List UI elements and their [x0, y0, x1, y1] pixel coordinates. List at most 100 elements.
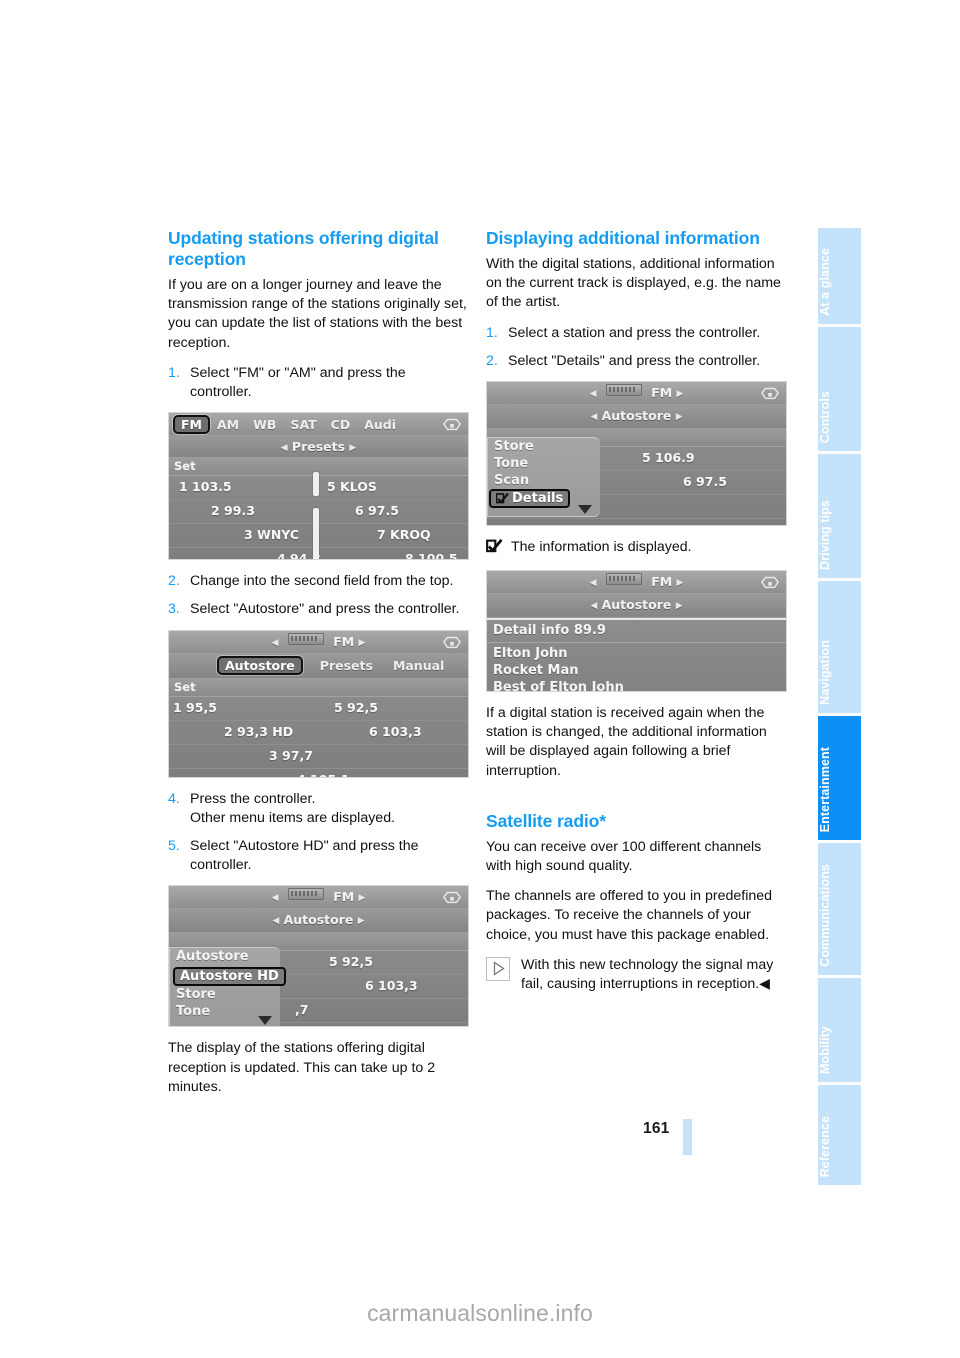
- screenshot-presets: FM AM WB SAT CD Audi ◀ Presets ▶ Set 1 1…: [168, 412, 469, 561]
- preset-right: 7 KROQ: [377, 527, 431, 543]
- right-column: Displaying additional information With t…: [486, 228, 787, 1006]
- detail-info-line: Elton John: [493, 646, 568, 662]
- step-text: Select "Autostore HD" and press the cont…: [190, 838, 419, 874]
- sidebar-item-label: Driving tips: [818, 500, 832, 570]
- step-number: 1.: [168, 364, 180, 381]
- preset-right: 5 92,5: [329, 954, 373, 970]
- checkmark-box-icon: [496, 493, 509, 504]
- preset-right: 6 103,3: [369, 723, 422, 739]
- left-column: Updating stations offering digital recep…: [168, 228, 469, 1108]
- sidebar-item-communications[interactable]: Communications: [818, 843, 861, 975]
- chevron-down-icon: [578, 505, 592, 515]
- dropdown-menu[interactable]: Store Tone Scan Details: [487, 437, 600, 518]
- screen-subtitle-bar: ◀ Autostore ▶: [487, 594, 786, 619]
- screen-tab-wb: WB: [253, 416, 277, 432]
- satellite-paragraph-1: You can receive over 100 different chann…: [486, 838, 762, 875]
- screen-subtitle-bar: ◀ Presets ▶: [169, 436, 468, 459]
- screen-title: ◀ FM ▶: [271, 888, 366, 905]
- step-text: Press the controller.: [190, 790, 316, 807]
- menu-item[interactable]: Store: [488, 438, 600, 455]
- menu-item[interactable]: Autostore: [170, 948, 280, 965]
- preset-right: 6 97.5: [355, 503, 399, 519]
- satellite-paragraph-2: The channels are offered to you in prede…: [486, 888, 773, 943]
- screen-title-bar: ◀ FM ▶: [169, 886, 468, 910]
- screen-tab-audio: Audi: [364, 416, 397, 432]
- table-row: 4 105,1: [169, 769, 468, 777]
- preset-left: 1 103.5: [179, 479, 232, 495]
- step-item: 4. Press the controller. Other menu item…: [168, 790, 469, 828]
- menu-item-selected[interactable]: Details: [489, 489, 571, 509]
- scrollbar-thumb[interactable]: [313, 508, 319, 560]
- screen-tab-manual: Manual: [392, 658, 445, 674]
- sidebar-item-mobility[interactable]: Mobility: [818, 978, 861, 1082]
- page-marker: [683, 1119, 692, 1155]
- end-marker-icon: ◀: [759, 976, 771, 993]
- radio-source-icon: [287, 632, 324, 645]
- chevron-down-icon: [258, 1016, 272, 1026]
- sidebar-item-at-a-glance[interactable]: At a glance: [818, 228, 861, 324]
- sidebar-item-driving-tips[interactable]: Driving tips: [818, 454, 861, 578]
- set-label: Set: [174, 459, 196, 474]
- menu-item[interactable]: Store: [170, 986, 280, 1003]
- screenshot-autostore: ◀ FM ▶ Autostore Presets Manual Set 1 95…: [168, 629, 469, 778]
- screen-title: ◀ FM ▶: [589, 384, 684, 401]
- step-item: 2. Change into the second field from the…: [168, 572, 469, 591]
- table-row: 3 97,7: [169, 745, 468, 769]
- screen-tab-sat: SAT: [290, 416, 317, 432]
- screen-title-bar: ◀ FM ▶: [487, 382, 786, 406]
- sidebar-item-label: Reference: [818, 1115, 832, 1177]
- step-list-2: 2. Change into the second field from the…: [168, 572, 469, 619]
- screen-tab-presets: Presets: [319, 658, 373, 674]
- detail-info-panel: Detail info 89.9 Elton John Rocket Man B…: [487, 618, 786, 692]
- screen-subtitle: ◀ Presets ▶: [280, 439, 357, 455]
- sidebar-item-controls[interactable]: Controls: [818, 327, 861, 451]
- step-number: 4.: [168, 790, 180, 807]
- preset-left: 2 93,3 HD: [224, 723, 294, 739]
- menu-item[interactable]: Tone: [488, 455, 600, 472]
- preset-left: 1 95,5: [173, 699, 217, 715]
- sidebar-item-label: Mobility: [818, 1025, 832, 1074]
- preset-right: 4 89.9: [607, 522, 651, 525]
- screen-title: ◀ FM ▶: [589, 573, 684, 590]
- screen-tab-bar: Autostore Presets Manual: [169, 653, 468, 679]
- step-number: 5.: [168, 838, 180, 855]
- screen-tab-am: AM: [216, 416, 240, 432]
- menu-item[interactable]: Scan: [488, 472, 600, 489]
- manual-page: Updating stations offering digital recep…: [0, 0, 960, 1358]
- step-text: Select "Autostore" and press the control…: [190, 601, 460, 618]
- menu-item-selected[interactable]: Autostore HD: [173, 967, 286, 987]
- dropdown-menu[interactable]: Autostore Autostore HD Store Tone: [169, 947, 286, 1027]
- screen-subtitle-bar: ◀ Autostore ▶: [487, 405, 786, 430]
- preset-left: 3 WNYC: [244, 527, 300, 543]
- preset-right: 5 106.9: [642, 450, 695, 466]
- screen-title-bar: ◀ FM ▶: [487, 571, 786, 595]
- screen-tab-cd: CD: [330, 416, 351, 432]
- screen-preset-area: 1 103.5 5 KLOS 2 99.3 6 97.5 3 WNYC 7 KR…: [169, 472, 468, 561]
- sidebar-item-label: Communications: [818, 864, 832, 967]
- checkmark-box-icon: [486, 538, 503, 558]
- preset-right: 6 103,3: [365, 978, 418, 994]
- step-list-3: 4. Press the controller. Other menu item…: [168, 790, 469, 876]
- step-number: 2.: [168, 573, 180, 590]
- screen-subtitle-bar: ◀ Autostore ▶: [169, 909, 468, 934]
- preset-right: 8 100.5: [405, 551, 458, 561]
- warning-text: With this new technology the signal may …: [521, 956, 774, 993]
- scrollbar-thumb[interactable]: [313, 472, 319, 497]
- sidebar-item-entertainment[interactable]: Entertainment: [818, 716, 861, 840]
- preset-right: 6 97.5: [683, 474, 727, 490]
- sidebar-item-label: Entertainment: [818, 746, 832, 832]
- screenshot-autostore-menu: ◀ FM ▶ ◀ Autostore ▶ 5 92,5 6 103,3 ,7 A…: [168, 885, 469, 1028]
- step-text: Select "FM" or "AM" and press the contro…: [190, 364, 406, 401]
- step-item: 5. Select "Autostore HD" and press the c…: [168, 837, 469, 875]
- detail-info-header: Detail info 89.9: [487, 620, 786, 644]
- step-item: 1. Select "FM" or "AM" and press the con…: [168, 364, 469, 402]
- step-list-1: 1. Select "FM" or "AM" and press the con…: [168, 364, 469, 402]
- sidebar-item-label: At a glance: [818, 248, 832, 316]
- sidebar-item-reference[interactable]: Reference: [818, 1085, 861, 1185]
- home-icon: [443, 892, 461, 904]
- sidebar-item-navigation[interactable]: Navigation: [818, 581, 861, 713]
- set-label: Set: [174, 679, 196, 694]
- page-title: Updating stations offering digital recep…: [168, 228, 439, 269]
- screen-tab-autostore: Autostore: [217, 656, 303, 676]
- table-row: 4 89.9: [487, 519, 786, 525]
